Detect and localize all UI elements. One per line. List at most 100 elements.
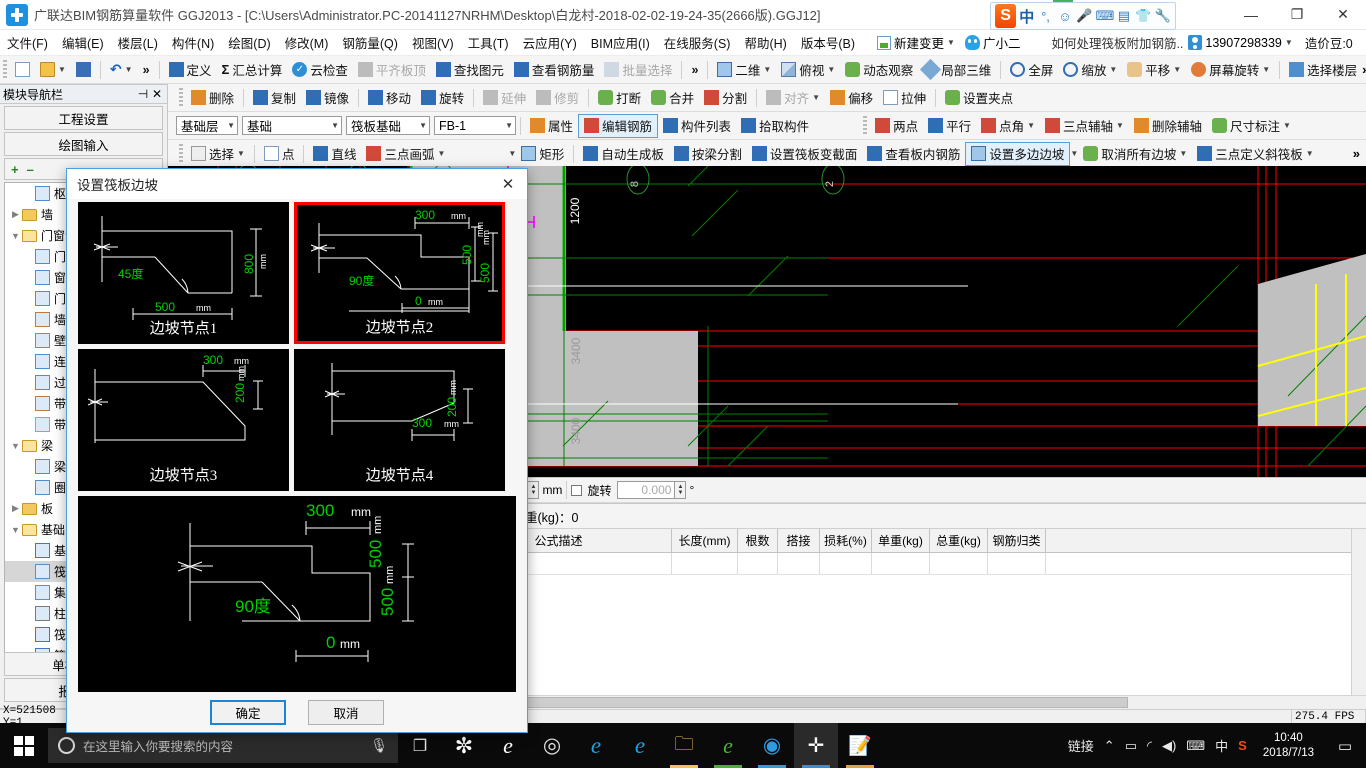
line-tool-button[interactable]: 直线 <box>308 142 361 166</box>
nav-close-icon[interactable]: ✕ <box>150 87 164 101</box>
keyboard-icon[interactable]: ⌨ <box>1096 8 1115 24</box>
component-type-chevron-down-icon[interactable]: ▼ <box>419 121 427 130</box>
app-notes-icon[interactable]: 📝 <box>838 723 882 768</box>
chevron-right-icon[interactable]: ▶ <box>9 503 22 514</box>
sogou-logo-icon[interactable]: S <box>995 4 1017 28</box>
offset-button[interactable]: 偏移 <box>825 86 878 110</box>
zoom-button[interactable]: 缩放 ▼ <box>1058 58 1122 82</box>
properties-button[interactable]: 属性 <box>525 114 578 138</box>
open-chevron-down-icon[interactable]: ▼ <box>58 65 66 74</box>
three-point-slant-raft-button[interactable]: 三点定义斜筏板 ▼ <box>1192 142 1318 166</box>
account-chevron-down-icon[interactable]: ▼ <box>1285 38 1293 47</box>
table-header-cell[interactable]: 损耗(%) <box>820 529 872 552</box>
pick-component-button[interactable]: 拾取构件 <box>736 114 814 138</box>
cloud-check-button[interactable]: ✓ 云检查 <box>287 58 353 82</box>
pan-chevron-down-icon[interactable]: ▼ <box>1173 65 1181 74</box>
align-chevron-down-icon[interactable]: ▼ <box>812 93 820 102</box>
summary-calc-button[interactable]: Σ 汇总计算 <box>217 58 288 82</box>
select-chevron-down-icon[interactable]: ▼ <box>237 149 245 158</box>
notification-bell-icon[interactable]: 🔔 <box>1360 32 1366 54</box>
volume-icon[interactable]: ◀) <box>1162 738 1176 754</box>
menu-cloud-app[interactable]: 云应用(Y) <box>516 30 584 55</box>
screen-rotate-button[interactable]: 屏幕旋转 ▼ <box>1186 58 1275 82</box>
rotate-stepper[interactable]: ▲ ▼ <box>675 481 687 499</box>
toolbar4-gripper[interactable] <box>179 143 183 164</box>
menu-online-service[interactable]: 在线服务(S) <box>657 30 738 55</box>
y-stepper[interactable]: ▲ ▼ <box>528 481 540 499</box>
point-angle-chevron-down-icon[interactable]: ▼ <box>1027 121 1035 130</box>
search-input[interactable]: 在这里输入你要搜索的内容 <box>83 736 362 755</box>
view-slab-rebar-button[interactable]: 查看板内钢筋 <box>862 142 965 166</box>
table-cell[interactable] <box>738 553 778 574</box>
parallel-axis-button[interactable]: 平行 <box>923 114 976 138</box>
select-tool-button[interactable]: 选择 ▼ <box>186 142 250 166</box>
arc-chevron-down-icon[interactable]: ▼ <box>437 149 445 158</box>
taskbar-search[interactable]: 在这里输入你要搜索的内容 🎙 <box>48 728 398 763</box>
set-grip-button[interactable]: 设置夹点 <box>940 86 1018 110</box>
floor-chevron-down-icon[interactable]: ▼ <box>227 121 235 130</box>
ok-button[interactable]: 确定 <box>210 699 286 725</box>
toolbar1-overflow-a[interactable]: » <box>138 58 155 82</box>
ime-punctuation-icon[interactable]: °, <box>1037 9 1053 24</box>
toolbar1-overflow-icon[interactable]: » <box>1362 62 1366 77</box>
chevron-down-icon[interactable]: ▼ <box>947 38 955 47</box>
poly-slope-chevron-down-icon[interactable]: ▼ <box>1070 149 1078 158</box>
view-rebar-qty-button[interactable]: 查看钢筋量 <box>509 58 600 82</box>
view-2d-chevron-down-icon[interactable]: ▼ <box>763 65 771 74</box>
menu-bim-app[interactable]: BIM应用(I) <box>584 30 657 55</box>
menu-version[interactable]: 版本号(B) <box>794 30 862 55</box>
app-ie-icon[interactable]: e <box>574 723 618 768</box>
orbit-button[interactable]: 动态观察 <box>840 58 918 82</box>
chevron-down-icon[interactable]: ▼ <box>9 525 22 535</box>
menu-view[interactable]: 视图(V) <box>405 30 461 55</box>
component-type-select[interactable]: 筏板基础 ▼ <box>346 116 430 135</box>
sogou-ime-bar[interactable]: S 中 °, ☺ 🎤 ⌨ ▤ 👕 🔧 <box>990 2 1176 30</box>
keyboard-icon[interactable]: ⌨ <box>1186 738 1205 754</box>
emoji-icon[interactable]: ☺ <box>1057 9 1073 24</box>
top-view-button[interactable]: 俯视 ▼ <box>776 58 840 82</box>
draw-more-chevron-down-icon[interactable]: ▼ <box>508 149 516 158</box>
action-center-icon[interactable]: ▭ <box>1330 723 1360 768</box>
raft-slope-dialog[interactable]: 设置筏板边坡 ✕ 45度 800 mm 500 mm 边坡节点1 300 mm … <box>66 168 528 733</box>
delete-button[interactable]: 删除 <box>186 86 239 110</box>
slope-node-1-thumbnail[interactable]: 45度 800 mm 500 mm 边坡节点1 <box>78 202 289 344</box>
menu-component[interactable]: 构件(N) <box>165 30 221 55</box>
table-cell[interactable] <box>930 553 988 574</box>
move-button[interactable]: 移动 <box>363 86 416 110</box>
cancel-all-slope-button[interactable]: 取消所有边坡 ▼ <box>1078 142 1192 166</box>
split-by-beam-button[interactable]: 按梁分割 <box>669 142 747 166</box>
wifi-icon[interactable]: ◜ <box>1147 738 1152 754</box>
app-glodon-icon[interactable]: ✛ <box>794 723 838 768</box>
remove-icon[interactable]: – <box>27 162 34 177</box>
app-ie2-icon[interactable]: e <box>618 723 662 768</box>
floor-select[interactable]: 基础层 ▼ <box>176 116 238 135</box>
table-cell[interactable] <box>672 553 738 574</box>
undo-button[interactable]: ↶ ▼ <box>105 58 138 82</box>
app-spiral-icon[interactable]: ◎ <box>530 723 574 768</box>
three-point-arc-button[interactable]: 三点画弧 ▼ <box>361 142 450 166</box>
dimension-chevron-down-icon[interactable]: ▼ <box>1283 121 1291 130</box>
menu-help[interactable]: 帮助(H) <box>737 30 793 55</box>
toolbar1-overflow-b[interactable]: » <box>686 58 703 82</box>
cancel-slope-chevron-down-icon[interactable]: ▼ <box>1179 149 1187 158</box>
pan-button[interactable]: 平移 ▼ <box>1122 58 1186 82</box>
table-cell[interactable] <box>820 553 872 574</box>
sogou-tray-icon[interactable]: S <box>1238 738 1247 753</box>
define-button[interactable]: 定义 <box>164 58 217 82</box>
microphone-icon[interactable]: 🎙 <box>370 737 388 754</box>
slope-node-4-thumbnail[interactable]: 300 mm 200 mm 边坡节点4 <box>294 349 505 491</box>
toolbar3-gripper[interactable] <box>863 115 868 136</box>
delete-axis-button[interactable]: 删除辅轴 <box>1129 114 1207 138</box>
rebar-table-scrollbar[interactable] <box>1351 529 1366 709</box>
undo-chevron-down-icon[interactable]: ▼ <box>125 65 133 74</box>
ime-mode-label[interactable]: 中 <box>1019 6 1034 27</box>
menu-rebar-qty[interactable]: 钢筋量(Q) <box>335 30 405 55</box>
break-button[interactable]: 打断 <box>593 86 646 110</box>
table-cell[interactable] <box>872 553 930 574</box>
close-button[interactable]: ✕ <box>1320 0 1366 30</box>
auto-slab-button[interactable]: 自动生成板 <box>578 142 669 166</box>
table-cell[interactable] <box>988 553 1046 574</box>
microphone-icon[interactable]: 🎤 <box>1076 8 1092 24</box>
coins-label[interactable]: 造价豆:0 <box>1298 30 1360 55</box>
start-button[interactable] <box>0 723 48 768</box>
